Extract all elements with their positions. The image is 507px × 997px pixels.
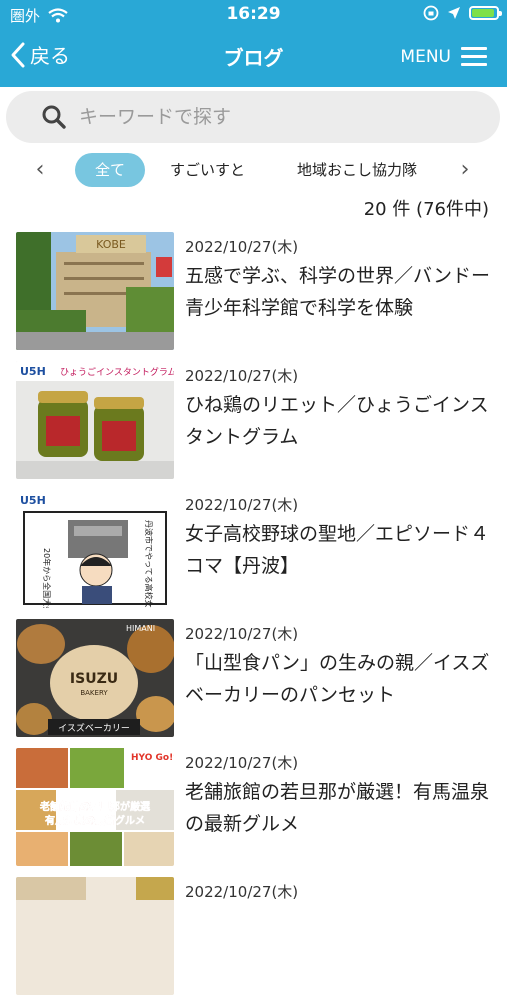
menu-label: MENU xyxy=(400,46,451,67)
post-date: 2022/10/27(木) xyxy=(185,883,299,901)
status-right xyxy=(423,5,502,21)
post-date: 2022/10/27(木) xyxy=(185,367,299,385)
thumb-text-1: 老舗旅館の若旦那が厳選 xyxy=(39,800,150,813)
chevron-left-icon[interactable]: ‹ xyxy=(29,157,51,182)
post-item[interactable]: HYO Go!ナビ 老舗旅館の若旦那が厳選 有馬温泉の最新グルメ 2022/10… xyxy=(0,748,507,868)
thumb-comic-text-1: 20年から全国大会の決勝は甲子園で xyxy=(42,548,52,608)
post-item[interactable]: KOBE 2022/10/27(木) 五感で学ぶ、科学の世界／バンドー青少年科学… xyxy=(0,232,507,352)
post-item[interactable]: U5H 20年から全国大会の決勝は甲子園で 丹波市でやってる高校女子硬式野球 2… xyxy=(0,490,507,610)
tab-chiiki-clip: 地域おこし協力隊 xyxy=(297,153,432,187)
thumb-sign-text: KOBE xyxy=(96,238,126,251)
search-icon xyxy=(42,105,66,129)
post-thumbnail: U5H ひょうごインスタントグラム xyxy=(16,361,174,479)
category-tabs: ‹ 全て すごいすと 地域おこし協力隊 › xyxy=(0,149,507,189)
thumb-brand-text: ISUZU xyxy=(70,671,118,687)
tab-sugoisuto[interactable]: すごいすと xyxy=(170,153,245,187)
thumb-logo-text: HIMANI xyxy=(126,624,155,633)
chevron-right-icon[interactable]: › xyxy=(454,157,476,182)
tab-all[interactable]: 全て xyxy=(75,153,145,187)
post-title: 五感で学ぶ、科学の世界／バンドー青少年科学館で科学を体験 xyxy=(185,265,490,319)
app-header: 圏外 16:29 戻る ブログ MENU xyxy=(0,0,507,87)
post-thumbnail: HIMANI ISUZU BAKERY イスズベーカリー xyxy=(16,619,174,737)
orientation-lock-icon xyxy=(423,5,439,21)
post-title: 女子高校野球の聖地／エピソード４コマ【丹波】 xyxy=(185,523,490,577)
post-date: 2022/10/27(木) xyxy=(185,625,299,643)
status-bar: 圏外 16:29 xyxy=(0,0,507,30)
post-thumbnail xyxy=(16,877,174,995)
thumb-banner-text: ひょうごインスタントグラム xyxy=(60,366,174,378)
location-icon xyxy=(448,7,460,19)
hamburger-icon xyxy=(461,42,487,71)
post-thumbnail: HYO Go!ナビ 老舗旅館の若旦那が厳選 有馬温泉の最新グルメ xyxy=(16,748,174,866)
post-thumbnail: KOBE xyxy=(16,232,174,350)
thumb-text-2: 有馬温泉の最新グルメ xyxy=(45,814,145,827)
tab-chiiki-okoshi[interactable]: 地域おこし協力隊 xyxy=(297,153,417,187)
post-title: 「山型食パン」の生みの親／イスズベーカリーのパンセット xyxy=(185,652,490,706)
post-item[interactable]: HIMANI ISUZU BAKERY イスズベーカリー 2022/10/27(… xyxy=(0,619,507,739)
battery-icon xyxy=(469,6,502,20)
thumb-comic-text-2: 丹波市でやってる高校女子硬式野球 xyxy=(144,520,154,608)
post-item[interactable]: 2022/10/27(木) xyxy=(0,877,507,997)
post-date: 2022/10/27(木) xyxy=(185,496,299,514)
thumb-logo-text: HYO Go!ナビ xyxy=(131,751,174,763)
thumb-logo-text: U5H xyxy=(20,365,46,378)
nav-bar: 戻る ブログ MENU xyxy=(0,34,507,78)
search-input[interactable] xyxy=(77,105,461,129)
post-item[interactable]: U5H ひょうごインスタントグラム 2022/10/27(木) ひね鶏のリエット… xyxy=(0,361,507,481)
post-date: 2022/10/27(木) xyxy=(185,754,299,772)
thumb-banner-text: イスズベーカリー xyxy=(58,722,130,734)
post-thumbnail: U5H 20年から全国大会の決勝は甲子園で 丹波市でやってる高校女子硬式野球 xyxy=(16,490,174,608)
search-bar xyxy=(6,91,500,143)
post-date: 2022/10/27(木) xyxy=(185,238,299,256)
thumb-brand-sub: BAKERY xyxy=(80,689,108,697)
thumb-logo-text: U5H xyxy=(20,494,46,507)
result-count: 20 件 (76件中) xyxy=(363,199,489,220)
menu-button[interactable]: MENU xyxy=(400,42,487,71)
post-title: ひね鶏のリエット／ひょうごインスタントグラム xyxy=(185,394,489,448)
post-title: 老舗旅館の若旦那が厳選！有馬温泉の最新グルメ xyxy=(185,781,490,835)
